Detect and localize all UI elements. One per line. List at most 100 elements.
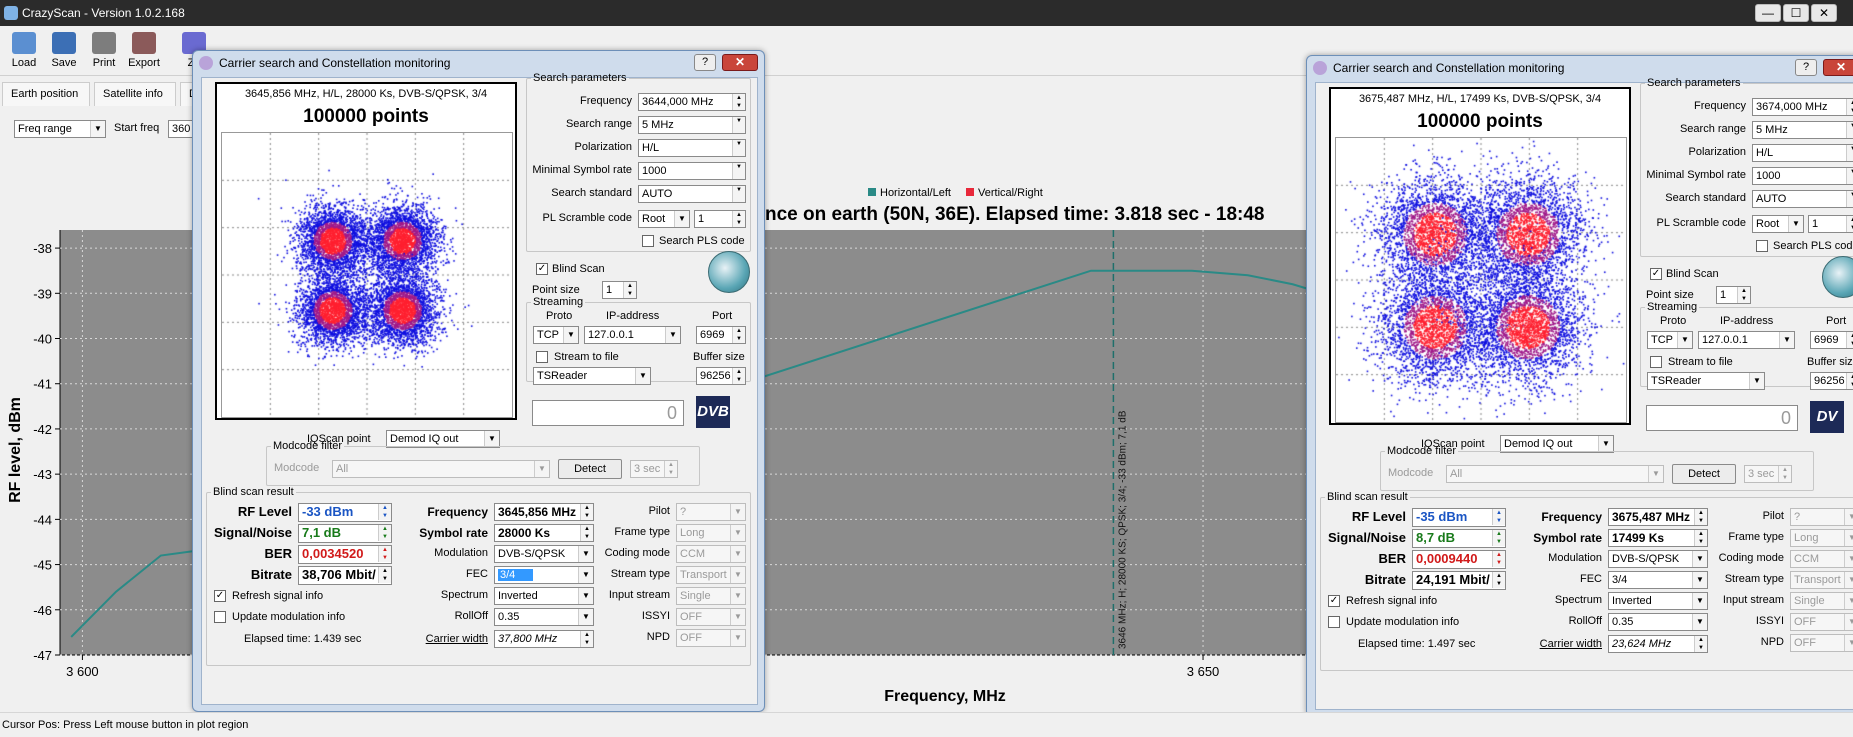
pls-code-spinner[interactable]: 1 ▲▼ bbox=[694, 210, 746, 228]
close-button[interactable]: ✕ bbox=[1811, 4, 1837, 22]
toolbar-button-load[interactable]: Load bbox=[4, 30, 44, 69]
mode-select[interactable]: Freq range ▼ bbox=[14, 120, 106, 138]
search-range-select[interactable]: 5 MHz ▼ bbox=[638, 116, 746, 134]
window-close-button[interactable]: ✕ bbox=[1823, 59, 1853, 76]
proto-select[interactable]: TCP ▼ bbox=[533, 326, 579, 344]
y-tick-label: -40 bbox=[33, 332, 52, 347]
port-spinner[interactable]: 6969 ▲▼ bbox=[696, 326, 746, 344]
stream-type-select[interactable]: Transport▼ bbox=[1790, 571, 1853, 589]
rolloff-select[interactable]: 0.35 ▼ bbox=[494, 608, 594, 626]
carrier-search-window-2[interactable]: Carrier search and Constellation monitor… bbox=[1306, 55, 1853, 717]
search-range-select[interactable]: 5 MHz ▼ bbox=[1752, 121, 1853, 139]
issyi-label: ISSYI bbox=[1755, 615, 1784, 627]
frequency-field[interactable]: 3644,000 MHz ▲ ▼ bbox=[638, 93, 746, 111]
min-symbol-rate-select[interactable]: 1000 ▼ bbox=[1752, 167, 1853, 185]
spectrum-select[interactable]: Inverted ▼ bbox=[494, 587, 594, 605]
buffer-size-spinner[interactable]: 96256▲▼ bbox=[696, 367, 746, 385]
search-pls-label: Search PLS code bbox=[1773, 240, 1853, 252]
update-modulation-checkbox[interactable] bbox=[1328, 616, 1340, 628]
pilot-select[interactable]: ?▼ bbox=[676, 503, 746, 521]
stream-to-file-checkbox[interactable] bbox=[1650, 356, 1662, 368]
minimize-button[interactable]: — bbox=[1755, 4, 1781, 22]
issyi-select[interactable]: OFF ▼ bbox=[1790, 613, 1853, 631]
port-spinner[interactable]: 6969 ▲▼ bbox=[1810, 331, 1853, 349]
coding-mode-select[interactable]: CCM ▼ bbox=[1790, 550, 1853, 568]
pls-code-spinner[interactable]: 1 ▲▼ bbox=[1808, 215, 1853, 233]
proto-label: Proto bbox=[1660, 315, 1687, 327]
ip-address-label: IP-address bbox=[1720, 315, 1774, 327]
toolbar-button-save[interactable]: Save bbox=[44, 30, 84, 69]
search-standard-select[interactable]: AUTO ▼ bbox=[638, 185, 746, 203]
tab-earth-position[interactable]: Earth position bbox=[2, 82, 90, 106]
input-stream-select[interactable]: Single ▼ bbox=[1790, 592, 1853, 610]
npd-select[interactable]: OFF ▼ bbox=[676, 629, 746, 647]
modulation-select[interactable]: DVB-S/QPSK ▼ bbox=[494, 545, 594, 563]
polarization-select[interactable]: H/L ▼ bbox=[638, 139, 746, 157]
update-modulation-checkbox[interactable] bbox=[214, 611, 226, 623]
reader-select[interactable]: TSReader ▼ bbox=[1647, 372, 1765, 390]
modcode-select[interactable]: All ▼ bbox=[332, 460, 550, 478]
search-pls-checkbox[interactable] bbox=[1756, 240, 1768, 252]
fec-label: FEC bbox=[1580, 573, 1602, 585]
search-standard-label: Search standard bbox=[1665, 192, 1746, 204]
pilot-select[interactable]: ?▼ bbox=[1790, 508, 1853, 526]
maximize-button[interactable]: ☐ bbox=[1783, 4, 1809, 22]
npd-select[interactable]: OFF ▼ bbox=[1790, 634, 1853, 652]
min-symbol-rate-select[interactable]: 1000 ▼ bbox=[638, 162, 746, 180]
proto-select[interactable]: TCP ▼ bbox=[1647, 331, 1693, 349]
input-stream-select[interactable]: Single ▼ bbox=[676, 587, 746, 605]
issyi-select[interactable]: OFF ▼ bbox=[676, 608, 746, 626]
frame-type-select[interactable]: Long ▼ bbox=[676, 524, 746, 542]
buffer-size-spinner[interactable]: 96256▲▼ bbox=[1810, 372, 1853, 390]
legend-swatch bbox=[868, 188, 876, 196]
modcode-select[interactable]: All ▼ bbox=[1446, 465, 1664, 483]
stream-to-file-checkbox[interactable] bbox=[536, 351, 548, 363]
result-frequency-field: 3645,856 MHz ▲ ▼ bbox=[494, 503, 594, 521]
blind-scan-checkbox[interactable]: ✓ bbox=[1650, 268, 1662, 280]
npd-label: NPD bbox=[646, 631, 670, 643]
pls-mode-select[interactable]: Root ▼ bbox=[638, 210, 690, 228]
modcode-timeout-spinner[interactable]: 3 sec ▲ ▼ bbox=[630, 460, 678, 478]
refresh-signal-checkbox[interactable]: ✓ bbox=[214, 590, 226, 602]
tab-satellite-info[interactable]: Satellite info bbox=[94, 82, 176, 106]
buffer-size-value: 96256 bbox=[1814, 375, 1845, 387]
modcode-timeout-spinner[interactable]: 3 sec ▲ ▼ bbox=[1744, 465, 1792, 483]
help-button[interactable]: ? bbox=[1795, 59, 1817, 76]
modcode-timeout-value: 3 sec bbox=[634, 463, 661, 475]
frame-type-select[interactable]: Long ▼ bbox=[1790, 529, 1853, 547]
pls-mode-select[interactable]: Root ▼ bbox=[1752, 215, 1804, 233]
chevron-down-icon: ▼ bbox=[730, 630, 745, 646]
ber-field: 0,0009440 ▲ ▼ bbox=[1412, 550, 1506, 569]
carrier-search-window-1[interactable]: Carrier search and Constellation monitor… bbox=[192, 50, 765, 712]
detect-button[interactable]: Detect bbox=[1672, 464, 1736, 484]
bitrate-label: Bitrate bbox=[1364, 572, 1406, 587]
fec-select[interactable]: 3/4 ▼ bbox=[494, 566, 594, 584]
carrier-width-link[interactable]: Carrier width bbox=[1510, 638, 1602, 650]
search-pls-checkbox[interactable] bbox=[642, 235, 654, 247]
frequency-field[interactable]: 3674,000 MHz ▲▼ bbox=[1752, 98, 1853, 116]
ip-address-select[interactable]: 127.0.0.1 ▼ bbox=[1698, 331, 1795, 349]
toolbar-button-label: Load bbox=[11, 57, 37, 69]
carrier-width-link[interactable]: Carrier width bbox=[396, 633, 488, 645]
rolloff-select[interactable]: 0.35 ▼ bbox=[1608, 613, 1708, 631]
help-button[interactable]: ? bbox=[694, 54, 716, 71]
stream-to-file-label: Stream to file bbox=[554, 351, 619, 363]
stream-type-select[interactable]: Transport▼ bbox=[676, 566, 746, 584]
window-body: 3645,856 MHz, H/L, 28000 Ks, DVB-S/QPSK,… bbox=[201, 72, 758, 705]
search-standard-select[interactable]: AUTO ▼ bbox=[1752, 190, 1853, 208]
detect-button[interactable]: Detect bbox=[558, 459, 622, 479]
reader-select[interactable]: TSReader ▼ bbox=[533, 367, 651, 385]
toolbar-button-export[interactable]: Export bbox=[124, 30, 164, 69]
fec-select[interactable]: 3/4 ▼ bbox=[1608, 571, 1708, 589]
update-modulation-label: Update modulation info bbox=[1346, 616, 1460, 628]
dvb-logo: DVB bbox=[696, 396, 730, 428]
blind-scan-checkbox[interactable]: ✓ bbox=[536, 263, 548, 275]
polarization-select[interactable]: H/L ▼ bbox=[1752, 144, 1853, 162]
window-close-button[interactable]: ✕ bbox=[722, 54, 758, 71]
spectrum-select[interactable]: Inverted ▼ bbox=[1608, 592, 1708, 610]
coding-mode-select[interactable]: CCM ▼ bbox=[676, 545, 746, 563]
ip-address-select[interactable]: 127.0.0.1 ▼ bbox=[584, 326, 681, 344]
toolbar-button-print[interactable]: Print bbox=[84, 30, 124, 69]
modulation-select[interactable]: DVB-S/QPSK ▼ bbox=[1608, 550, 1708, 568]
refresh-signal-checkbox[interactable]: ✓ bbox=[1328, 595, 1340, 607]
